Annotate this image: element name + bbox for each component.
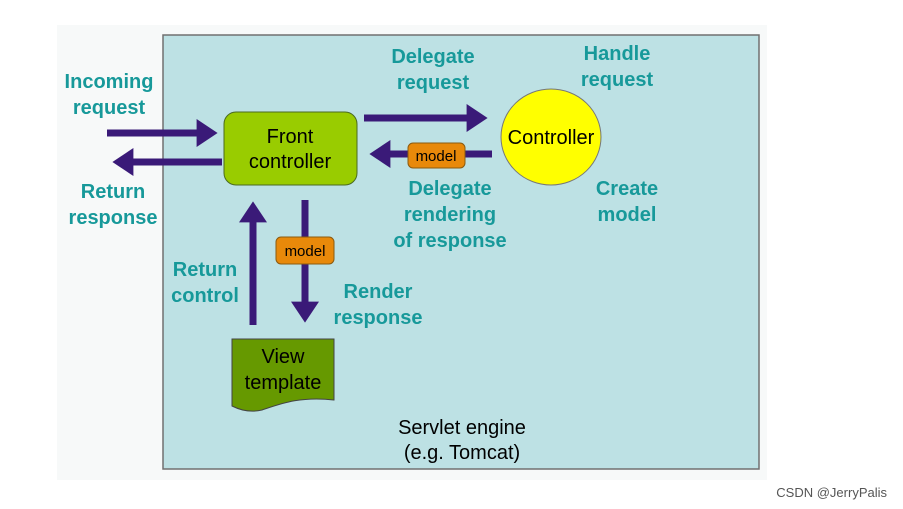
render-response-label: response [334,307,423,329]
return-response-label: response [69,207,158,229]
watermark: CSDN @JerryPalis [776,485,887,500]
delegate-request-label: request [397,72,470,94]
handle-request-label: request [581,69,654,91]
delegate-rendering-label: rendering [404,204,496,226]
create-model-label: Create [596,178,658,200]
front-controller-label: Front [267,126,314,148]
incoming-request-label: request [73,97,146,119]
svg-text:template: template [245,372,322,394]
front-controller-label: controller [249,151,332,173]
svg-text:model: model [285,243,326,260]
create-model-label: model [598,204,657,226]
render-response-label: Render [344,281,413,303]
return-control-label: control [171,285,239,307]
incoming-request-label: Incoming [65,71,154,93]
model-badge: model [407,142,466,169]
svg-text:View: View [262,346,306,368]
mvc-diagram: Front controller Controller model model … [57,25,887,500]
front-controller-node: Front controller [223,111,358,186]
model-badge: model [275,236,335,265]
handle-request-label: Handle [584,43,651,65]
delegate-rendering-label: Delegate [408,178,491,200]
servlet-engine-label: (e.g. Tomcat) [404,442,520,464]
delegate-rendering-label: of response [393,230,506,252]
diagram: Front controller Controller model model … [0,0,903,509]
controller-node: Controller [500,88,602,186]
controller-label: Controller [508,127,595,149]
return-response-label: Return [81,181,145,203]
servlet-engine-label: Servlet engine [398,417,526,439]
delegate-request-label: Delegate [391,46,474,68]
return-control-label: Return [173,259,237,281]
svg-text:model: model [416,148,457,165]
